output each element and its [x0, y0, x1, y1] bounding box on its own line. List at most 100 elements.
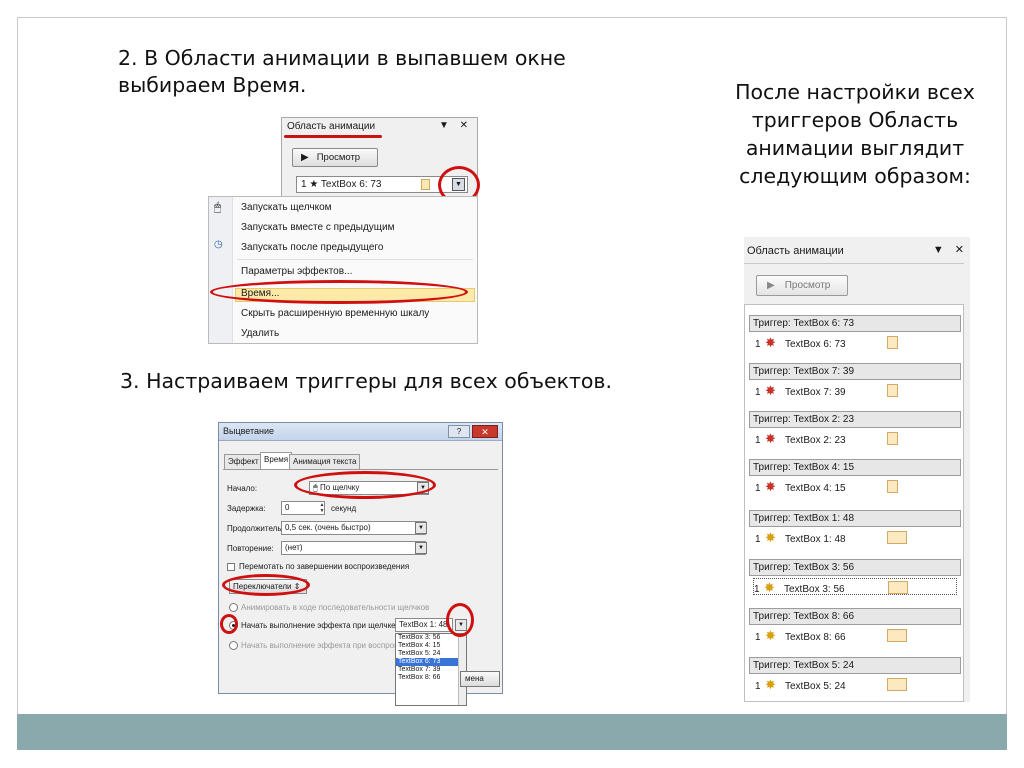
trigger-animation-item[interactable]: 1 ✸ TextBox 2: 23: [755, 430, 961, 447]
mouse-click-icon: 🖱: [214, 200, 222, 214]
item-number: 1: [755, 483, 761, 494]
red-star-icon: ✸: [765, 335, 776, 350]
menu-item-hide-timeline[interactable]: Скрыть расширенную временную шкалу: [241, 308, 429, 319]
timeline-bar: [887, 480, 898, 493]
list-item[interactable]: TextBox 4: 15: [396, 642, 466, 650]
repeat-label: Повторение:: [227, 544, 274, 553]
item-number: 1: [755, 534, 761, 545]
menu-item-delete[interactable]: Удалить: [241, 328, 279, 339]
slide-footer-bar: [17, 714, 1007, 750]
trigger-header[interactable]: Триггер: TextBox 7: 39: [749, 363, 961, 380]
list-item[interactable]: TextBox 8: 66: [396, 674, 466, 682]
pane-title: Область анимации: [287, 121, 376, 132]
trigger-animation-item-selected[interactable]: 1 ✸ TextBox 3: 56: [753, 578, 957, 595]
red-star-icon: ✸: [765, 479, 776, 494]
chevron-down-icon[interactable]: ▼: [415, 522, 427, 534]
trigger-animation-item[interactable]: 1 ✸ TextBox 7: 39: [755, 382, 961, 399]
trigger-object-list[interactable]: TextBox 3: 56 TextBox 4: 15 TextBox 5: 2…: [395, 633, 467, 706]
timeline-bar: [421, 179, 430, 190]
trigger-header[interactable]: Триггер: TextBox 6: 73: [749, 315, 961, 332]
pane-title: Область анимации: [747, 245, 844, 257]
item-number: 1: [755, 387, 761, 398]
timeline-bar: [887, 432, 898, 445]
play-icon: ▶: [301, 152, 309, 163]
trigger-header[interactable]: Триггер: TextBox 3: 56: [749, 559, 961, 576]
menu-item-start-on-click[interactable]: Запускать щелчком: [241, 202, 332, 213]
repeat-select[interactable]: (нет): [281, 541, 426, 555]
item-label: TextBox 3: 56: [784, 584, 845, 595]
timeline-bar: [887, 678, 907, 691]
trigger-header[interactable]: Триггер: TextBox 4: 15: [749, 459, 961, 476]
menu-item-effect-options[interactable]: Параметры эффектов...: [241, 266, 352, 277]
timeline-bar: [888, 581, 908, 594]
red-star-icon: ✸: [765, 383, 776, 398]
timeline-bar: [887, 531, 907, 544]
context-menu: 🖱 Запускать щелчком Запускать вместе с п…: [208, 196, 478, 344]
trigger-list: Триггер: TextBox 6: 73 1 ✸ TextBox 6: 73 Т…: [744, 304, 964, 702]
trigger-header[interactable]: Триггер: TextBox 5: 24: [749, 657, 961, 674]
highlight-circle-start: [294, 471, 436, 499]
item-number: 1: [755, 632, 761, 643]
item-number: 1: [754, 584, 760, 595]
trigger-animation-item[interactable]: 1 ✸ TextBox 4: 15: [755, 478, 961, 495]
timeline-bar: [887, 629, 907, 642]
preview-button[interactable]: ▶ Просмотр: [292, 148, 378, 167]
menu-gutter: [209, 197, 233, 343]
help-button[interactable]: ?: [448, 425, 470, 438]
tab-text-animation[interactable]: Анимация текста: [289, 454, 361, 469]
pane-divider: [744, 263, 964, 264]
step3-text: 3. Настраиваем триггеры для всех объекто…: [120, 369, 613, 393]
item-label: TextBox 4: 15: [785, 483, 846, 494]
delay-label: Задержка:: [227, 504, 266, 513]
list-item[interactable]: TextBox 7: 39: [396, 666, 466, 674]
radio-start-on-play[interactable]: [229, 641, 238, 650]
dialog-title: Выцветание: [223, 426, 275, 436]
red-star-icon: ✸: [765, 431, 776, 446]
preview-button[interactable]: ▶ Просмотр: [756, 275, 848, 296]
trigger-object-select[interactable]: TextBox 1: 48: [395, 618, 453, 632]
rewind-checkbox[interactable]: [227, 563, 235, 571]
highlight-circle-timing: [210, 280, 468, 304]
close-button[interactable]: ✕: [472, 425, 498, 438]
menu-item-start-after-previous[interactable]: Запускать после предыдущего: [241, 242, 383, 253]
item-label: TextBox 5: 24: [785, 681, 846, 692]
list-item-selected[interactable]: TextBox 6: 73: [396, 658, 466, 666]
fade-effect-dialog: Выцветание ? ✕ Эффект Время Анимация тек…: [218, 422, 503, 706]
tab-divider: [223, 469, 498, 470]
red-underline: [284, 135, 382, 138]
clock-icon: ◷: [214, 239, 223, 250]
menu-separator: [237, 259, 473, 260]
yellow-star-icon: ✸: [765, 628, 776, 643]
trigger-header[interactable]: Триггер: TextBox 8: 66: [749, 608, 961, 625]
tab-effect[interactable]: Эффект: [224, 454, 263, 469]
item-label: TextBox 8: 66: [785, 632, 846, 643]
highlight-circle-radio: [220, 614, 238, 634]
trigger-animation-item[interactable]: 1 ✸ TextBox 1: 48: [755, 529, 961, 546]
radio-animate-sequence[interactable]: [229, 603, 238, 612]
pane-controls[interactable]: ▼ ✕: [933, 243, 968, 256]
play-icon: ▶: [767, 280, 775, 291]
pane-controls[interactable]: ▼ ✕: [439, 120, 472, 131]
item-label: TextBox 2: 23: [785, 435, 846, 446]
timeline-bar: [887, 384, 898, 397]
item-number: 1: [755, 339, 761, 350]
trigger-animation-item[interactable]: 1 ✸ TextBox 8: 66: [755, 627, 961, 644]
highlight-circle-trigger-dropdown: [446, 603, 474, 637]
trigger-animation-item[interactable]: 1 ✸ TextBox 5: 24: [755, 676, 961, 693]
cancel-button[interactable]: мена: [460, 671, 500, 687]
tab-timing[interactable]: Время: [260, 452, 293, 469]
yellow-star-icon: ✸: [765, 677, 776, 692]
menu-item-start-with-previous[interactable]: Запускать вместе с предыдущим: [241, 222, 395, 233]
chevron-down-icon[interactable]: ▼: [415, 542, 427, 554]
spinner-icon[interactable]: ▲ ▼: [318, 502, 326, 516]
trigger-animation-item[interactable]: 1 ✸ TextBox 6: 73: [755, 334, 961, 351]
trigger-header[interactable]: Триггер: TextBox 2: 23: [749, 411, 961, 428]
item-label: TextBox 1: 48: [785, 534, 846, 545]
trigger-header[interactable]: Триггер: TextBox 1: 48: [749, 510, 961, 527]
preview-label: Просмотр: [316, 152, 361, 163]
list-item[interactable]: TextBox 5: 24: [396, 650, 466, 658]
item-label: TextBox 6: 73: [785, 339, 846, 350]
animation-pane-screenshot-2: Область анимации ▼ ✕ ▶ Просмотр Триггер: …: [744, 237, 970, 702]
duration-select[interactable]: 0,5 сек. (очень быстро): [281, 521, 426, 535]
list-scrollbar[interactable]: [458, 634, 466, 705]
